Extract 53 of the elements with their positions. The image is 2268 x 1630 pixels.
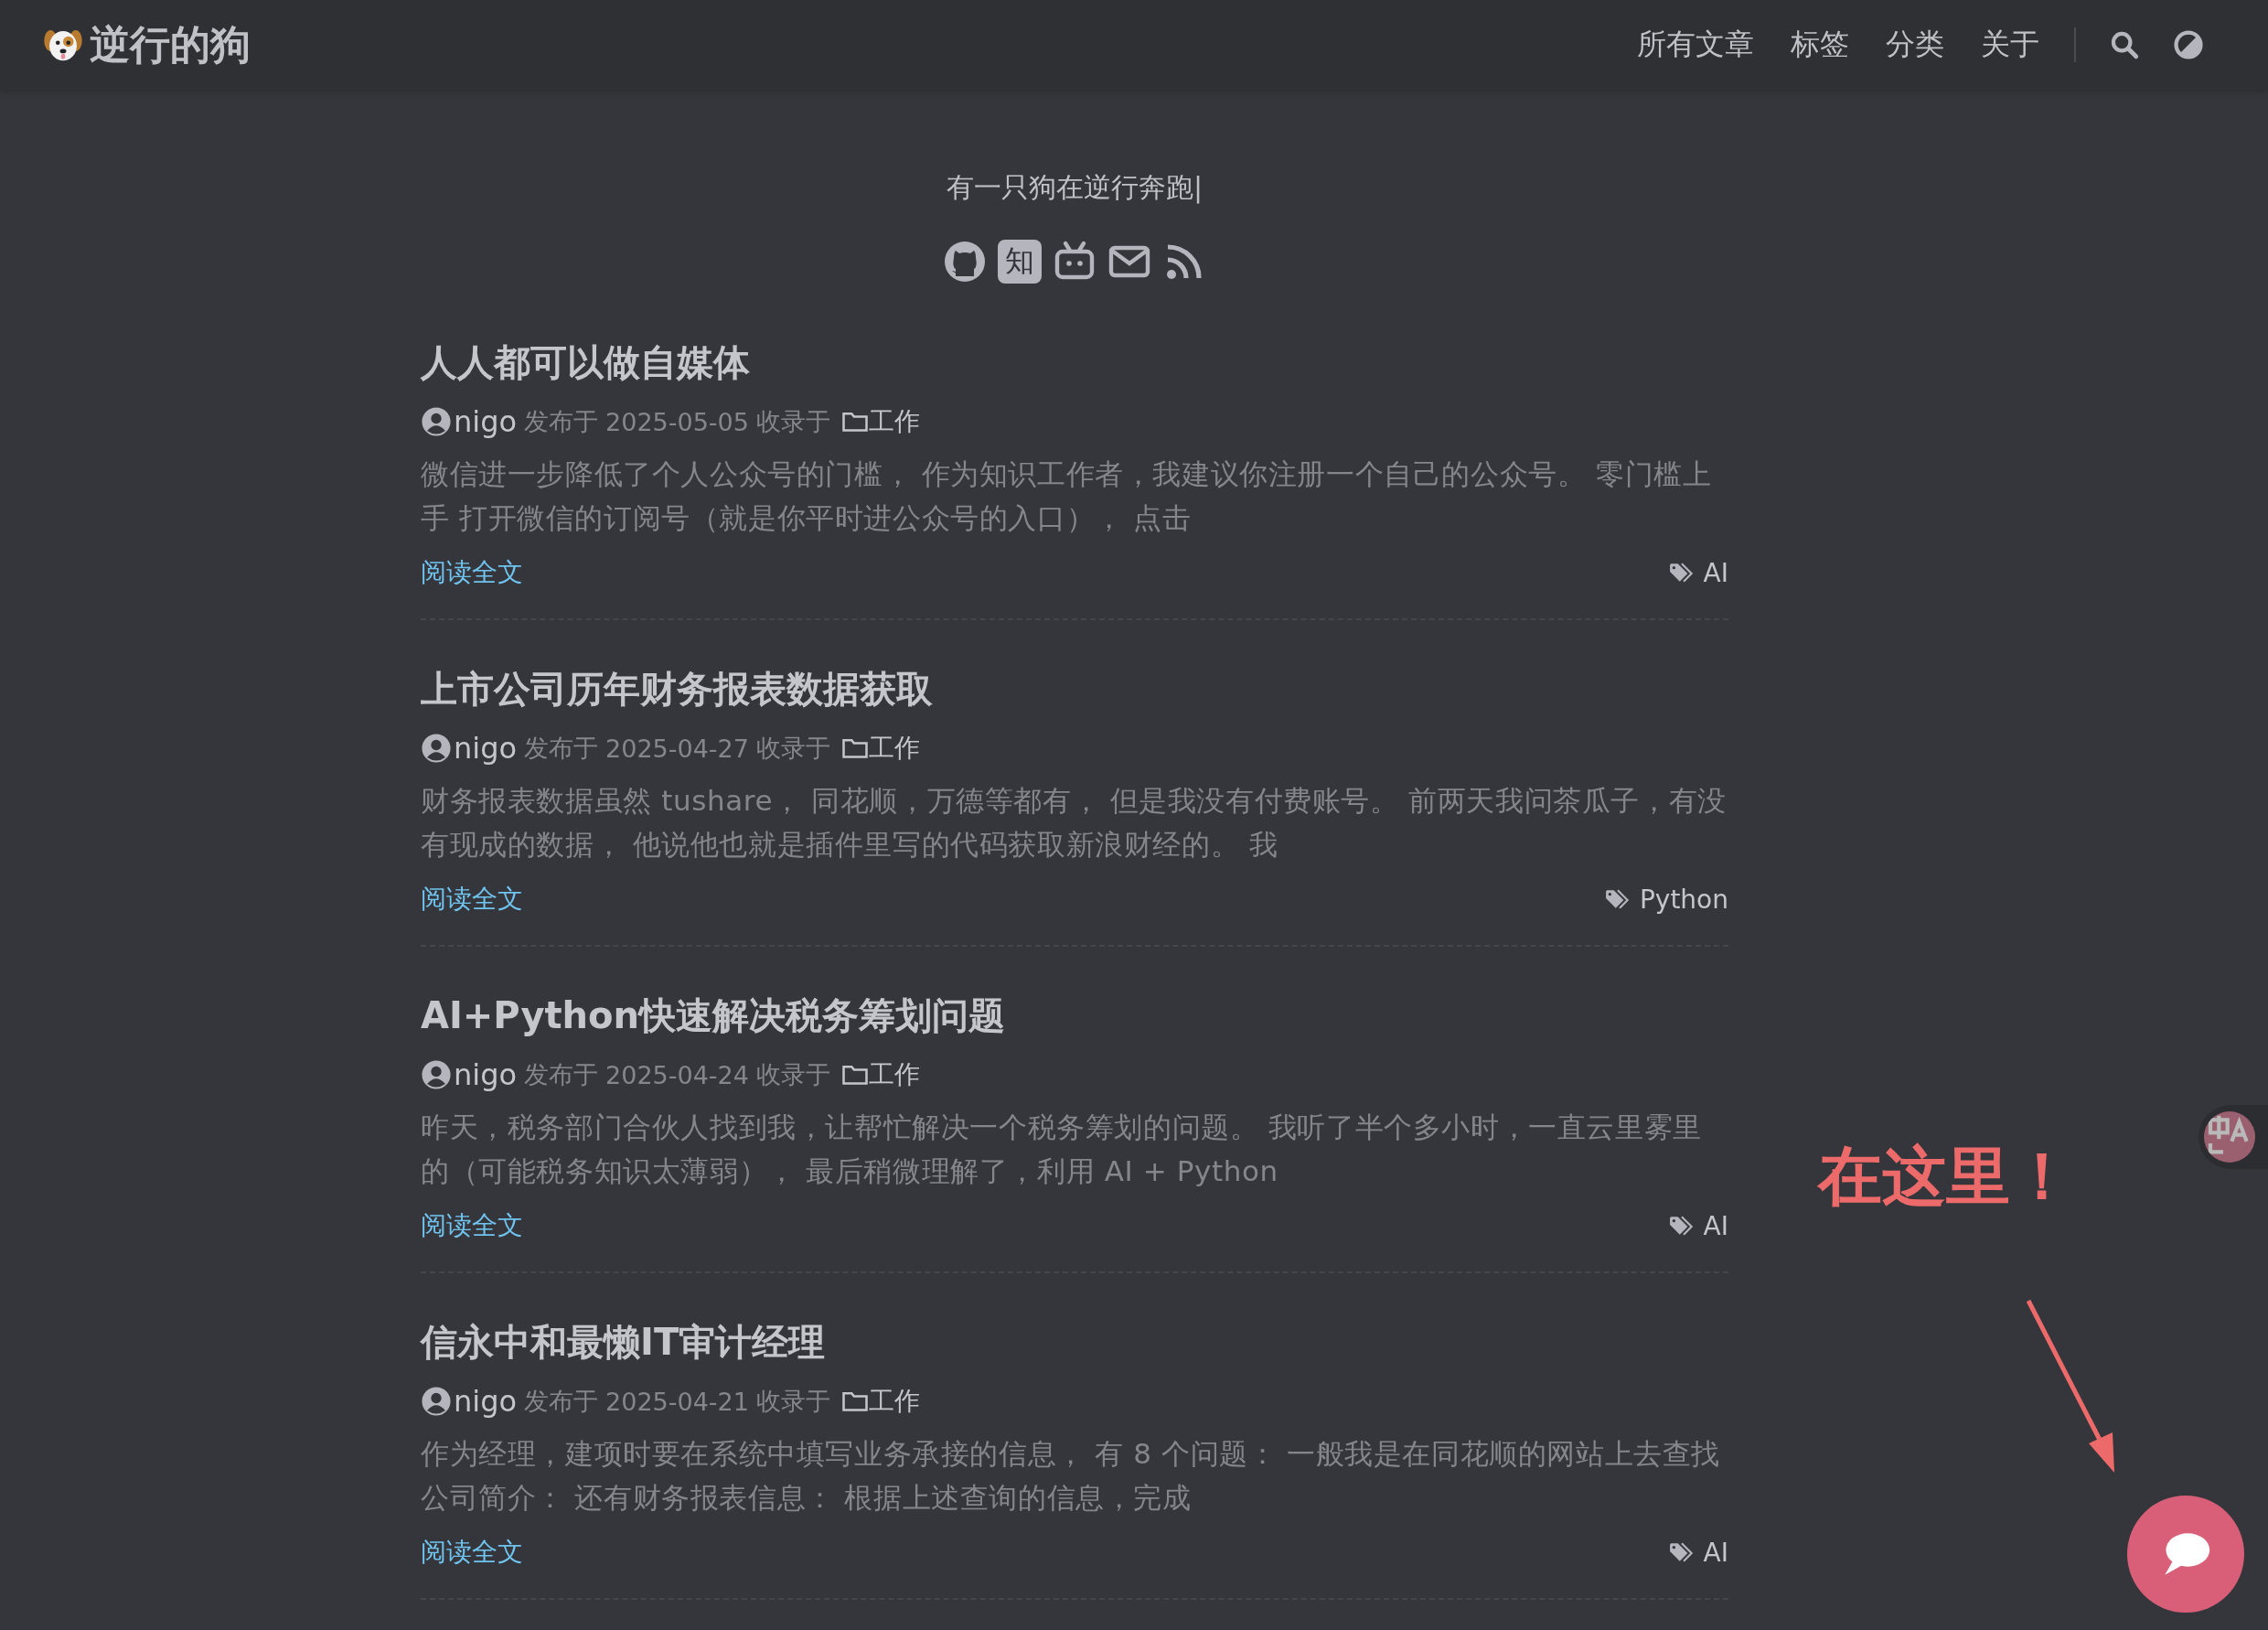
post-title-link[interactable]: 信永中和最懒IT审计经理: [421, 1318, 1728, 1366]
annotation-text: 在这里！: [1818, 1138, 2074, 1216]
tag-link[interactable]: Python: [1639, 884, 1728, 915]
user-icon: [421, 1386, 452, 1417]
zhihu-link[interactable]: 知: [998, 240, 1042, 284]
author-name: nigo: [454, 1384, 518, 1419]
category-link[interactable]: 工作: [869, 731, 920, 766]
site-subtitle: 有一只狗在逆行奔跑|: [946, 170, 1204, 206]
tag-link[interactable]: AI: [1703, 1537, 1728, 1568]
read-more-link[interactable]: 阅读全文: [421, 882, 523, 917]
author-name: nigo: [454, 404, 518, 439]
theme-toggle-icon[interactable]: [2173, 29, 2204, 60]
published-label: 发布于: [524, 733, 599, 764]
category-link[interactable]: 工作: [869, 1057, 920, 1092]
published-label: 发布于: [524, 1386, 599, 1417]
nav-link[interactable]: 所有文章: [1637, 25, 1754, 65]
tag-link[interactable]: AI: [1703, 1210, 1728, 1241]
nav-link[interactable]: 分类: [1886, 25, 1944, 65]
read-more-link[interactable]: 阅读全文: [421, 1535, 523, 1570]
read-more-link[interactable]: 阅读全文: [421, 1208, 523, 1243]
author-name: nigo: [454, 731, 518, 766]
search-icon[interactable]: [2109, 29, 2140, 60]
nav-link[interactable]: 关于: [1981, 25, 2039, 65]
published-label: 发布于: [524, 406, 599, 437]
post-date: 2025-04-24: [605, 1060, 749, 1089]
github-icon[interactable]: [943, 240, 987, 284]
post-date: 2025-05-05: [605, 407, 749, 436]
post-title-link[interactable]: 人人都可以做自媒体: [421, 338, 1728, 386]
category-link[interactable]: 工作: [869, 404, 920, 439]
category-label: 收录于: [756, 1059, 830, 1090]
published-label: 发布于: [524, 1059, 599, 1090]
user-icon: [421, 1059, 452, 1090]
author-name: nigo: [454, 1057, 518, 1092]
user-icon: [421, 733, 452, 764]
post-title-link[interactable]: AI+Python快速解决税务筹划问题: [421, 992, 1728, 1039]
post-summary: 昨天，税务部门合伙人找到我，让帮忙解决一个税务筹划的问题。 我听了半个多小时，一直云里雾里的（可能税务知识太薄弱）， 最后稍微理解了，利用 AI + Python: [421, 1110, 1703, 1189]
post-summary: 微信进一步降低了个人公众号的门槛， 作为知识工作者，我建议你注册一个自己的公众号。 零门槛上手 打开微信的订阅号（就是你平时进公众号的入口）， 点击: [421, 456, 1713, 536]
post-date: 2025-04-21: [605, 1387, 749, 1416]
site-logo-link[interactable]: 逆行的狗: [42, 17, 251, 72]
category-label: 收录于: [756, 1386, 830, 1417]
category-link[interactable]: 工作: [869, 1384, 920, 1419]
post-summary: 财务报表数据虽然 tushare， 同花顺，万德等都有， 但是我没有付费账号。 前两天我问茶瓜子，有没有现成的数据， 他说他也就是插件里写的代码获取新浪财经的。 我: [421, 783, 1728, 863]
translate-icon: [2204, 1111, 2255, 1163]
category-label: 收录于: [756, 733, 830, 764]
user-icon: [421, 406, 452, 437]
post-title-link[interactable]: 上市公司历年财务报表数据获取: [421, 665, 1728, 713]
nav-link[interactable]: 标签: [1791, 25, 1849, 65]
tag-link[interactable]: AI: [1703, 557, 1728, 588]
read-more-link[interactable]: 阅读全文: [421, 555, 523, 590]
category-label: 收录于: [756, 406, 830, 437]
translate-button[interactable]: [2198, 1105, 2268, 1169]
post-summary: 作为经理，建项时要在系统中填写业务承接的信息， 有 8 个问题： 一般我是在同花顺的网站上去查找公司简介： 还有财务报表信息： 根据上述查询的信息，完成: [421, 1436, 1721, 1516]
post-date: 2025-04-27: [605, 734, 749, 763]
